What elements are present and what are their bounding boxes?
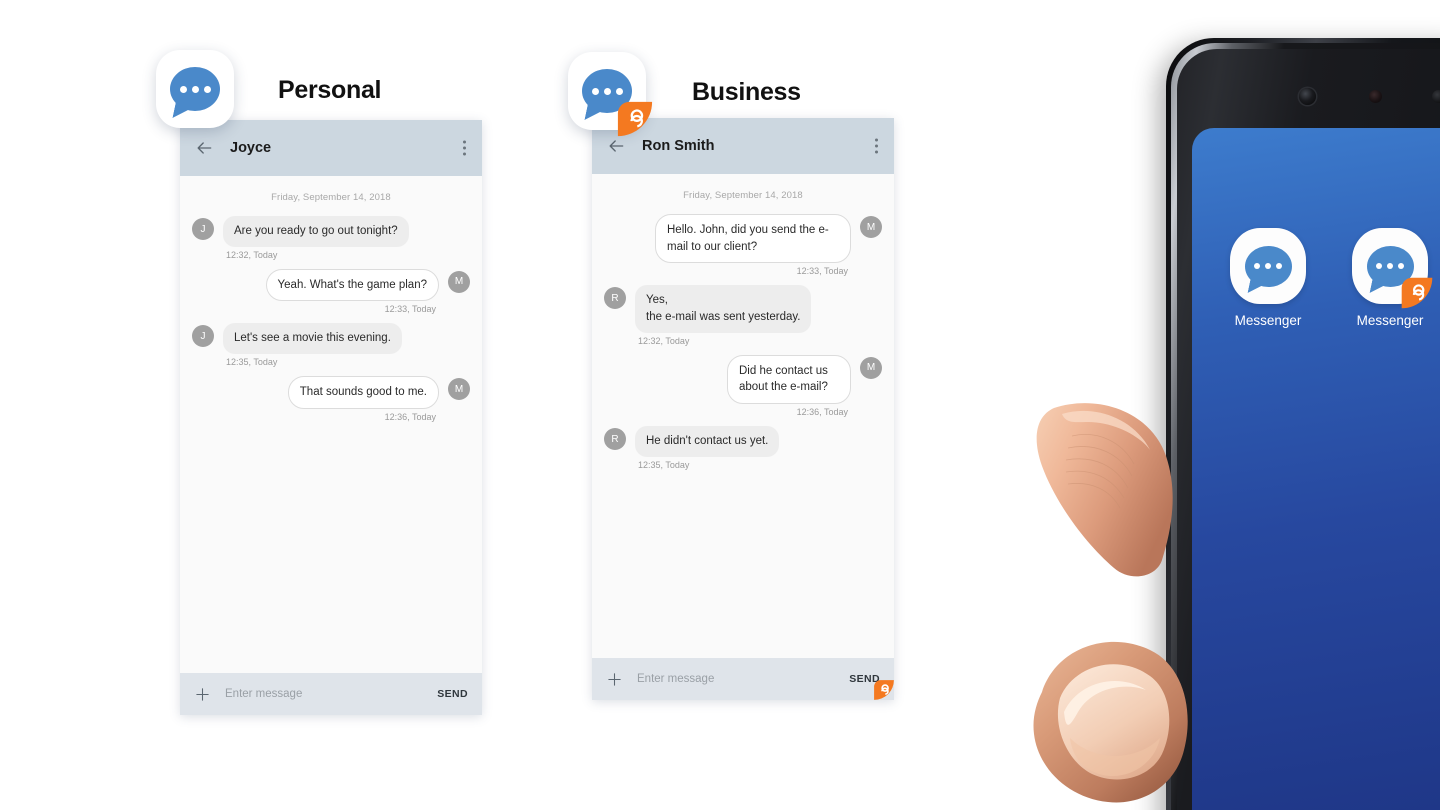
chat-contact-name: Ron Smith: [642, 138, 715, 154]
thumb-finger: [1033, 641, 1188, 803]
dual-messenger-badge-icon: [874, 680, 894, 700]
screenshot-root: Personal Joyce Friday, September 14, 201…: [0, 0, 1440, 810]
message-row: J Are you ready to go out tonight?: [192, 216, 470, 247]
avatar: R: [604, 428, 626, 451]
avatar: M: [448, 270, 470, 293]
section-title-personal: Personal: [278, 76, 382, 104]
avatar: M: [860, 216, 882, 238]
message-timestamp: 12:35, Today: [226, 357, 278, 368]
phone-device: Messenger Messenger: [1166, 38, 1440, 810]
message-row: R Yes, the e-mail was sent yesterday.: [604, 285, 882, 333]
message-timestamp: 12:32, Today: [226, 249, 278, 260]
messenger-icon[interactable]: [1352, 228, 1433, 309]
more-options-icon[interactable]: [463, 140, 466, 156]
chat-panel-business: Ron Smith Friday, September 14, 2018 Hel…: [592, 118, 894, 700]
back-arrow-icon[interactable]: [194, 138, 214, 158]
dual-messenger-badge-icon: [1401, 277, 1433, 309]
message-row: Did he contact us about the e-mail? M: [604, 354, 882, 405]
more-options-icon[interactable]: [875, 138, 878, 154]
message-row: Yeah. What's the game plan? M: [192, 268, 470, 302]
message-bubble[interactable]: That sounds good to me.: [287, 376, 439, 409]
message-timestamp: 12:35, Today: [638, 459, 690, 470]
message-bubble[interactable]: Let's see a movie this evening.: [223, 323, 402, 355]
message-list-personal: Friday, September 14, 2018 J Are you rea…: [180, 176, 482, 673]
index-finger: [1036, 403, 1173, 577]
message-timestamp: 12:33, Today: [384, 304, 436, 315]
back-arrow-icon[interactable]: [606, 136, 626, 156]
message-input[interactable]: Enter message: [225, 688, 437, 700]
front-camera-icon: [1299, 88, 1316, 105]
message-row: J Let's see a movie this evening.: [192, 323, 470, 355]
section-title-business: Business: [692, 78, 801, 106]
message-bubble[interactable]: He didn't contact us yet.: [635, 426, 780, 457]
message-bubble[interactable]: Yes, the e-mail was sent yesterday.: [635, 285, 812, 333]
speech-bubble-icon: [170, 67, 220, 111]
message-row: That sounds good to me. M: [192, 376, 470, 409]
message-row: Hello. John, did you send the e-mail to …: [604, 214, 882, 264]
message-bubble[interactable]: Are you ready to go out tonight?: [223, 216, 409, 247]
avatar: M: [860, 356, 882, 379]
speech-bubble-icon: [1244, 245, 1292, 287]
send-button[interactable]: SEND: [437, 688, 468, 700]
avatar: J: [192, 218, 214, 240]
messenger-icon[interactable]: [1230, 228, 1306, 304]
date-separator: Friday, September 14, 2018: [271, 192, 391, 203]
proximity-sensor-icon: [1369, 90, 1382, 103]
message-timestamp: 12:36, Today: [796, 407, 848, 418]
iris-sensor-icon: [1432, 90, 1440, 103]
date-separator: Friday, September 14, 2018: [683, 190, 803, 201]
app-label: Messenger: [1356, 313, 1424, 328]
app-label: Messenger: [1234, 313, 1302, 328]
plus-icon[interactable]: [606, 671, 623, 688]
plus-icon[interactable]: [194, 686, 211, 703]
message-list-business: Friday, September 14, 2018 Hello. John, …: [592, 174, 894, 658]
message-row: R He didn't contact us yet.: [604, 426, 882, 457]
messenger-icon: [156, 50, 234, 128]
dual-messenger-badge-icon: [617, 101, 653, 137]
app-messenger-personal[interactable]: Messenger: [1228, 228, 1308, 328]
message-input[interactable]: Enter message: [637, 673, 849, 685]
chat-contact-name: Joyce: [230, 140, 272, 156]
message-timestamp: 12:36, Today: [384, 411, 436, 422]
chat-header-personal: Joyce: [180, 120, 482, 176]
message-input-bar-business: Enter message SEND: [592, 658, 894, 700]
message-bubble[interactable]: Hello. John, did you send the e-mail to …: [655, 214, 851, 264]
avatar: R: [604, 287, 626, 310]
chat-panel-personal: Joyce Friday, September 14, 2018 J Are y…: [180, 120, 482, 715]
message-input-bar-personal: Enter message SEND: [180, 673, 482, 715]
avatar: J: [192, 325, 214, 348]
app-messenger-dual[interactable]: Messenger: [1350, 228, 1433, 328]
message-bubble[interactable]: Yeah. What's the game plan?: [265, 268, 439, 302]
floating-app-icon-personal: [156, 50, 234, 128]
message-bubble[interactable]: Did he contact us about the e-mail?: [727, 354, 851, 405]
message-timestamp: 12:32, Today: [638, 335, 690, 346]
phone-screen: Messenger Messenger: [1192, 128, 1440, 810]
home-screen-app-grid: Messenger Messenger: [1228, 228, 1433, 328]
avatar: M: [448, 378, 470, 401]
floating-app-icon-business: [568, 52, 653, 137]
message-timestamp: 12:33, Today: [796, 266, 848, 277]
